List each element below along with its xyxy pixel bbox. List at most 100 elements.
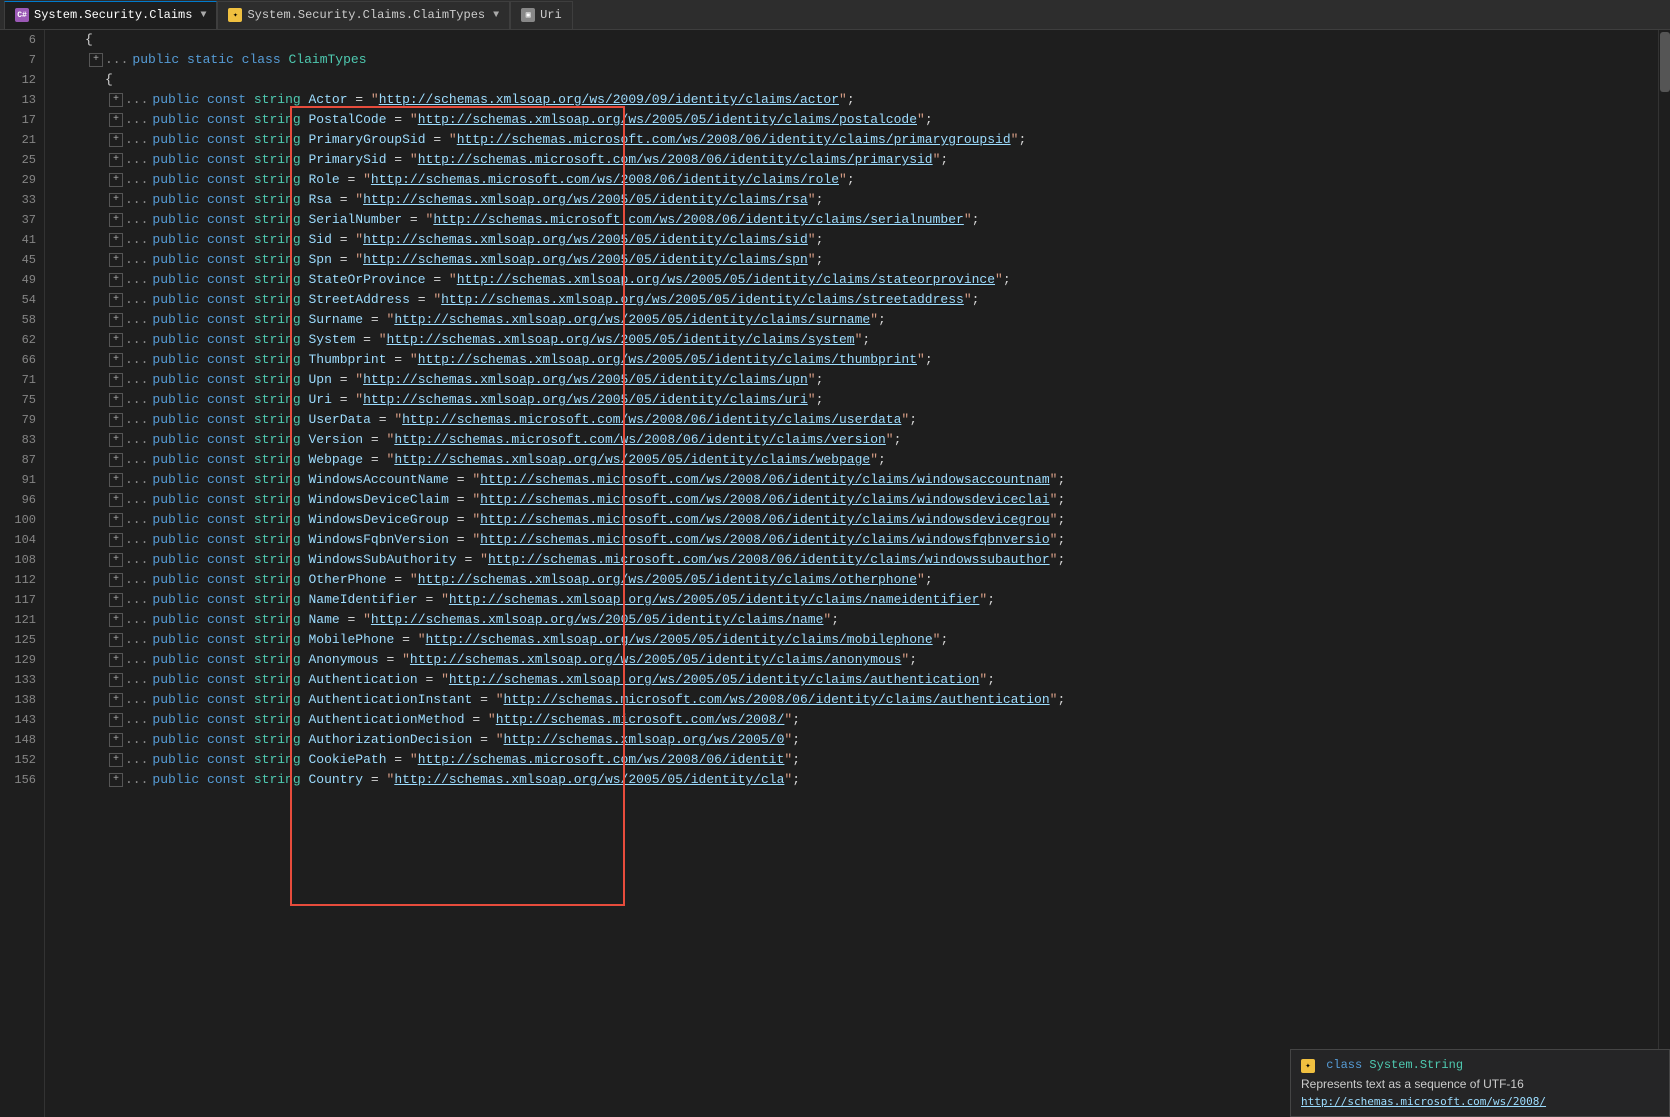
- claim-url[interactable]: http://schemas.xmlsoap.org/ws/2005/05/id…: [457, 270, 995, 290]
- expander-icon[interactable]: +: [109, 593, 123, 607]
- claim-url[interactable]: http://schemas.xmlsoap.org/ws/2005/05/id…: [441, 290, 964, 310]
- claim-url[interactable]: http://schemas.xmlsoap.org/ws/2005/05/id…: [418, 350, 917, 370]
- claim-url[interactable]: http://schemas.microsoft.com/ws/2008/06/…: [418, 750, 785, 770]
- line-number: 138: [8, 690, 36, 710]
- tab-uri[interactable]: ▣ Uri: [510, 1, 573, 29]
- claim-url[interactable]: http://schemas.microsoft.com/ws/2008/06/…: [418, 150, 933, 170]
- expander-icon[interactable]: +: [109, 613, 123, 627]
- claim-url[interactable]: http://schemas.xmlsoap.org/ws/2005/05/id…: [363, 250, 808, 270]
- line-number: 66: [8, 350, 36, 370]
- collapsed-dots: ...: [125, 490, 148, 510]
- expander-icon[interactable]: +: [109, 473, 123, 487]
- expander-icon[interactable]: +: [109, 713, 123, 727]
- expander-icon[interactable]: +: [109, 453, 123, 467]
- claim-url[interactable]: http://schemas.microsoft.com/ws/2008/06/…: [402, 410, 901, 430]
- claim-url[interactable]: http://schemas.xmlsoap.org/ws/2005/05/id…: [363, 190, 808, 210]
- expander-icon[interactable]: +: [89, 53, 103, 67]
- claim-url[interactable]: http://schemas.xmlsoap.org/ws/2005/05/id…: [449, 590, 980, 610]
- expander-icon[interactable]: +: [109, 293, 123, 307]
- line-number: 83: [8, 430, 36, 450]
- claim-url[interactable]: http://schemas.microsoft.com/ws/2008/06/…: [371, 170, 839, 190]
- expander-icon[interactable]: +: [109, 393, 123, 407]
- expander-icon[interactable]: +: [109, 313, 123, 327]
- line-number: 62: [8, 330, 36, 350]
- expander-icon[interactable]: +: [109, 753, 123, 767]
- claim-url[interactable]: http://schemas.microsoft.com/ws/2008/06/…: [457, 130, 1011, 150]
- claim-url[interactable]: http://schemas.xmlsoap.org/ws/2005/05/id…: [363, 370, 808, 390]
- line-number: 79: [8, 410, 36, 430]
- code-line: +...public static class ClaimTypes: [45, 50, 1658, 70]
- collapsed-dots: ...: [125, 590, 148, 610]
- claim-url[interactable]: http://schemas.xmlsoap.org/ws/2005/0: [504, 730, 785, 750]
- scrollbar-track[interactable]: [1658, 30, 1670, 1117]
- claim-url[interactable]: http://schemas.microsoft.com/ws/2008/06/…: [433, 210, 964, 230]
- expander-icon[interactable]: +: [109, 773, 123, 787]
- expander-icon[interactable]: +: [109, 133, 123, 147]
- claim-url[interactable]: http://schemas.xmlsoap.org/ws/2005/05/id…: [394, 450, 870, 470]
- scrollbar-thumb[interactable]: [1660, 32, 1670, 92]
- tab-dropdown-2[interactable]: ▼: [493, 10, 499, 21]
- expander-icon[interactable]: +: [109, 693, 123, 707]
- expander-icon[interactable]: +: [109, 333, 123, 347]
- claim-url[interactable]: http://schemas.xmlsoap.org/ws/2005/05/id…: [410, 650, 901, 670]
- collapsed-dots: ...: [125, 350, 148, 370]
- expander-icon[interactable]: +: [109, 93, 123, 107]
- expander-icon[interactable]: +: [109, 193, 123, 207]
- claim-url[interactable]: http://schemas.xmlsoap.org/ws/2005/05/id…: [363, 230, 808, 250]
- claim-url[interactable]: http://schemas.xmlsoap.org/ws/2005/05/id…: [387, 330, 855, 350]
- line-number: 41: [8, 230, 36, 250]
- tab-system-security-claims[interactable]: C# System.Security.Claims ▼: [4, 1, 217, 29]
- tab-dropdown-1[interactable]: ▼: [200, 10, 206, 21]
- claim-url[interactable]: http://schemas.xmlsoap.org/ws/2005/05/id…: [394, 310, 870, 330]
- collapsed-dots: ...: [125, 550, 148, 570]
- expander-icon[interactable]: +: [109, 153, 123, 167]
- claim-url[interactable]: http://schemas.microsoft.com/ws/2008/06/…: [480, 510, 1050, 530]
- claim-url[interactable]: http://schemas.microsoft.com/ws/2008/06/…: [504, 690, 1050, 710]
- tab-bar: C# System.Security.Claims ▼ ✦ System.Sec…: [0, 0, 1670, 30]
- expander-icon[interactable]: +: [109, 493, 123, 507]
- tooltip: ✦ class System.String Represents text as…: [1290, 1049, 1670, 1117]
- claim-url[interactable]: http://schemas.microsoft.com/ws/2008/06/…: [480, 470, 1050, 490]
- expander-icon[interactable]: +: [109, 653, 123, 667]
- code-line: +...public const string WindowsSubAuthor…: [45, 550, 1658, 570]
- line-number: 125: [8, 630, 36, 650]
- expander-icon[interactable]: +: [109, 213, 123, 227]
- expander-icon[interactable]: +: [109, 233, 123, 247]
- tab-claim-types[interactable]: ✦ System.Security.Claims.ClaimTypes ▼: [217, 1, 510, 29]
- expander-icon[interactable]: +: [109, 373, 123, 387]
- line-number: 117: [8, 590, 36, 610]
- expander-icon[interactable]: +: [109, 113, 123, 127]
- claim-url[interactable]: http://schemas.xmlsoap.org/ws/2005/05/id…: [394, 770, 784, 790]
- claim-url[interactable]: http://schemas.xmlsoap.org/ws/2005/05/id…: [418, 570, 917, 590]
- expander-icon[interactable]: +: [109, 673, 123, 687]
- claim-url[interactable]: http://schemas.xmlsoap.org/ws/2005/05/id…: [418, 110, 917, 130]
- cs-icon: C#: [15, 8, 29, 22]
- expander-icon[interactable]: +: [109, 513, 123, 527]
- expander-icon[interactable]: +: [109, 173, 123, 187]
- claim-url[interactable]: http://schemas.microsoft.com/ws/2008/: [496, 710, 785, 730]
- expander-icon[interactable]: +: [109, 733, 123, 747]
- code-line: +...public const string AuthorizationDec…: [45, 730, 1658, 750]
- expander-icon[interactable]: +: [109, 573, 123, 587]
- claim-url[interactable]: http://schemas.microsoft.com/ws/2008/06/…: [488, 550, 1050, 570]
- code-line: +...public const string Rsa = "http://sc…: [45, 190, 1658, 210]
- claim-url[interactable]: http://schemas.xmlsoap.org/ws/2005/05/id…: [371, 610, 823, 630]
- expander-icon[interactable]: +: [109, 533, 123, 547]
- claim-url[interactable]: http://schemas.microsoft.com/ws/2008/06/…: [394, 430, 885, 450]
- claim-url[interactable]: http://schemas.xmlsoap.org/ws/2005/05/id…: [363, 390, 808, 410]
- expander-icon[interactable]: +: [109, 433, 123, 447]
- claim-url[interactable]: http://schemas.microsoft.com/ws/2008/06/…: [480, 490, 1050, 510]
- claim-url[interactable]: http://schemas.xmlsoap.org/ws/2005/05/id…: [426, 630, 933, 650]
- claim-url[interactable]: http://schemas.microsoft.com/ws/2008/06/…: [480, 530, 1050, 550]
- expander-icon[interactable]: +: [109, 253, 123, 267]
- claim-url[interactable]: http://schemas.xmlsoap.org/ws/2009/09/id…: [379, 90, 839, 110]
- expander-icon[interactable]: +: [109, 413, 123, 427]
- claim-url[interactable]: http://schemas.xmlsoap.org/ws/2005/05/id…: [449, 670, 980, 690]
- expander-icon[interactable]: +: [109, 273, 123, 287]
- expander-icon[interactable]: +: [109, 353, 123, 367]
- tooltip-title: ✦ class System.String: [1301, 1058, 1659, 1073]
- collapsed-dots: ...: [125, 290, 148, 310]
- code-content[interactable]: {+...public static class ClaimTypes{+...…: [45, 30, 1658, 1117]
- expander-icon[interactable]: +: [109, 553, 123, 567]
- expander-icon[interactable]: +: [109, 633, 123, 647]
